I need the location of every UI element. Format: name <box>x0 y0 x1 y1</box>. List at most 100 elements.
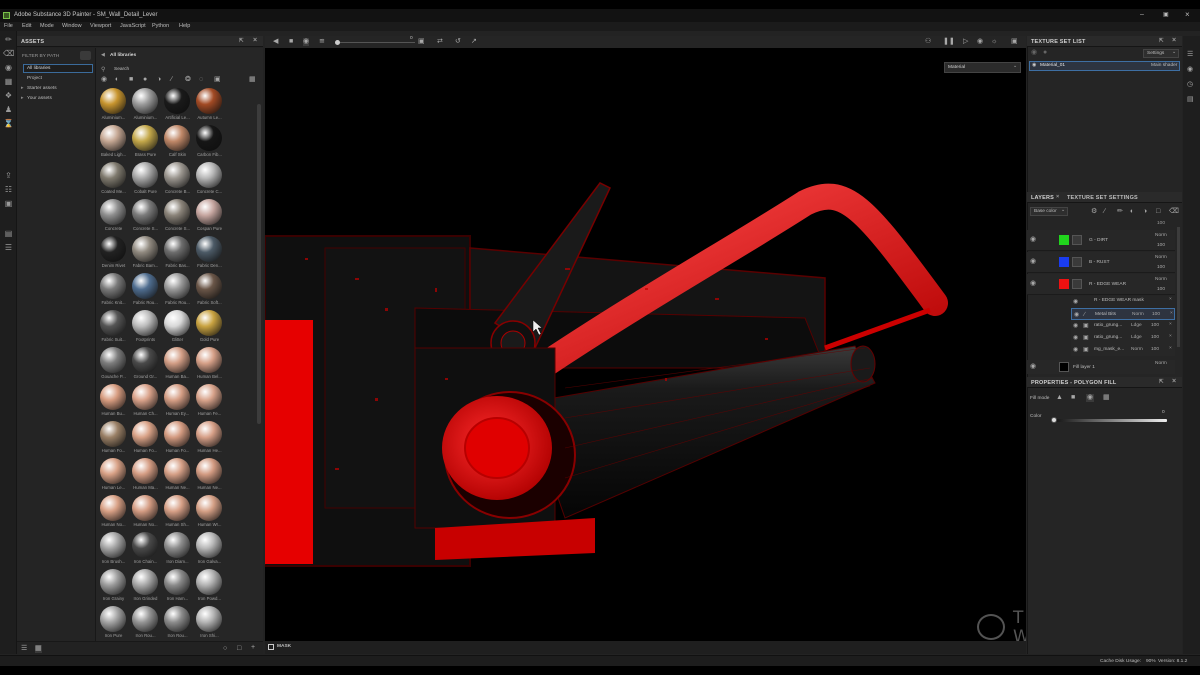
material-thumbnail[interactable] <box>196 125 222 151</box>
tree-expand-icon[interactable]: ▸ <box>21 86 23 91</box>
paint-brush-icon[interactable]: ✏ <box>3 35 14 45</box>
material-thumbnail[interactable] <box>132 273 158 299</box>
material-thumbnail[interactable] <box>132 199 158 225</box>
visibility-eye-icon[interactable]: ◉ <box>1030 236 1036 244</box>
material-thumbnail[interactable] <box>100 236 126 262</box>
mask-icon[interactable]: ◑ <box>1143 208 1147 216</box>
material-thumbnail[interactable] <box>164 569 190 595</box>
filters-icon[interactable]: ◌ <box>199 76 203 84</box>
brushes-icon[interactable]: ∕ <box>171 76 172 84</box>
material-thumbnail[interactable] <box>196 347 222 373</box>
breadcrumb-back-icon[interactable]: ◀ <box>101 53 105 58</box>
material-thumbnail[interactable] <box>100 606 126 632</box>
material-thumbnail[interactable] <box>196 384 222 410</box>
mask-toggle[interactable] <box>268 644 274 650</box>
material-thumbnail[interactable] <box>100 310 126 336</box>
material-thumbnail[interactable] <box>100 384 126 410</box>
material-thumbnail[interactable] <box>164 88 190 114</box>
color-picker-icon[interactable]: ⌛ <box>3 119 14 129</box>
projection-icon[interactable]: ◉ <box>3 63 14 73</box>
mask-effect-row[interactable]: ◉ ▣ ratio_grung... Ldge 100 × <box>1071 320 1175 332</box>
material-thumbnail[interactable] <box>164 125 190 151</box>
minimize-icon[interactable]: – <box>1140 11 1144 18</box>
globe-icon[interactable]: ◉ <box>1187 66 1193 74</box>
material-thumbnail[interactable] <box>132 606 158 632</box>
smudge-icon[interactable]: ❖ <box>3 91 14 101</box>
material-thumbnail[interactable] <box>164 310 190 336</box>
viewport-3d[interactable]: Material ⌄ THE GNOMON WORKSHOP <box>265 48 1026 651</box>
panel-close-icon[interactable]: × <box>253 37 257 44</box>
material-thumbnail[interactable] <box>196 162 222 188</box>
color-slider[interactable] <box>1051 417 1167 423</box>
tab-close-icon[interactable]: × <box>1056 194 1059 200</box>
material-thumbnail[interactable] <box>164 199 190 225</box>
object-fill-icon[interactable]: ◉ <box>1086 394 1095 402</box>
history-icon[interactable]: ↺ <box>455 38 461 46</box>
material-thumbnail[interactable] <box>196 569 222 595</box>
environment-icon[interactable]: ▣ <box>214 76 221 84</box>
mask-thumbnail[interactable] <box>1072 257 1082 267</box>
material-thumbnail[interactable] <box>100 199 126 225</box>
panel-float-icon[interactable]: ⇱ <box>1159 379 1164 385</box>
mask-thumbnail[interactable] <box>1072 279 1082 289</box>
visibility-eye-icon[interactable]: ◉ <box>1073 322 1078 330</box>
material-thumbnail[interactable] <box>132 384 158 410</box>
menu-window[interactable]: Window <box>62 23 82 29</box>
effect-opacity[interactable]: 100 <box>1151 323 1159 328</box>
paint-layer-icon[interactable]: ✏ <box>1117 208 1123 216</box>
pause-icon[interactable]: ❚❚ <box>943 38 955 46</box>
close-icon[interactable]: × <box>1169 297 1172 302</box>
material-thumbnail[interactable] <box>164 532 190 558</box>
maximize-icon[interactable]: ▣ <box>1163 11 1169 18</box>
material-thumbnail[interactable] <box>100 88 126 114</box>
effect-blend[interactable]: Ldge <box>1131 335 1142 340</box>
tree-expand-icon[interactable]: ▸ <box>21 96 23 101</box>
search-input[interactable]: Search <box>114 67 129 72</box>
bake-icon[interactable]: ☷ <box>3 185 14 195</box>
material-thumbnail[interactable] <box>100 162 126 188</box>
tree-item-your-assets[interactable]: Your assets <box>27 96 52 101</box>
material-thumbnail[interactable] <box>100 421 126 447</box>
layer-row[interactable]: ◉ B - RUST Norm 100 <box>1027 252 1175 273</box>
environment-light-icon[interactable]: ☼ <box>991 38 997 46</box>
material-thumbnail[interactable] <box>132 310 158 336</box>
grid-view-icon[interactable]: ▦ <box>249 76 256 84</box>
material-thumbnail[interactable] <box>164 458 190 484</box>
history-icon[interactable]: ◷ <box>1187 81 1193 89</box>
material-thumbnail[interactable] <box>196 495 222 521</box>
effect-icon[interactable]: ⚙ <box>1091 208 1097 216</box>
material-thumbnail[interactable] <box>100 532 126 558</box>
materials-icon[interactable]: ◐ <box>115 76 119 84</box>
menu-javascript[interactable]: JavaScript <box>120 23 146 29</box>
panel-close-icon[interactable]: × <box>1172 378 1176 385</box>
material-thumbnail[interactable] <box>132 125 158 151</box>
material-thumbnail[interactable] <box>100 347 126 373</box>
layer-opacity[interactable]: 100 <box>1157 265 1165 270</box>
all-assets-icon[interactable]: ◉ <box>101 76 107 84</box>
tab-texture-set-settings[interactable]: TEXTURE SET SETTINGS <box>1067 195 1138 201</box>
delete-icon[interactable]: ⌫ <box>1169 208 1179 216</box>
square-brush-icon[interactable]: ■ <box>289 38 293 46</box>
tab-layers[interactable]: LAYERS <box>1031 195 1054 201</box>
smart-masks-icon[interactable]: ◑ <box>157 76 161 84</box>
blend-mode[interactable]: Norm <box>1155 361 1167 366</box>
material-thumbnail[interactable] <box>196 532 222 558</box>
fill-layer-icon[interactable]: ◐ <box>1130 208 1134 216</box>
menu-viewport[interactable]: Viewport <box>90 23 111 29</box>
stencil-icon[interactable]: ▣ <box>418 38 425 46</box>
list-view-icon[interactable]: ☰ <box>21 645 27 653</box>
mask-effect-row[interactable]: ◉ ∕ Metal Bits Norm 100 × <box>1071 308 1175 320</box>
close-icon[interactable]: × <box>1170 311 1173 316</box>
material-thumbnail[interactable] <box>164 236 190 262</box>
add-icon[interactable]: + <box>251 644 255 652</box>
material-thumbnail[interactable] <box>132 458 158 484</box>
slider-handle[interactable] <box>1051 417 1057 423</box>
material-thumbnail[interactable] <box>164 347 190 373</box>
effect-blend[interactable]: Norm <box>1131 347 1143 352</box>
camera-link-icon[interactable]: ⇄ <box>437 38 443 46</box>
material-thumbnail[interactable] <box>164 421 190 447</box>
menu-help[interactable]: Help <box>179 23 190 29</box>
material-thumbnail[interactable] <box>132 162 158 188</box>
brush-size-slider[interactable] <box>335 40 415 45</box>
mask-thumbnail[interactable] <box>1072 235 1082 245</box>
